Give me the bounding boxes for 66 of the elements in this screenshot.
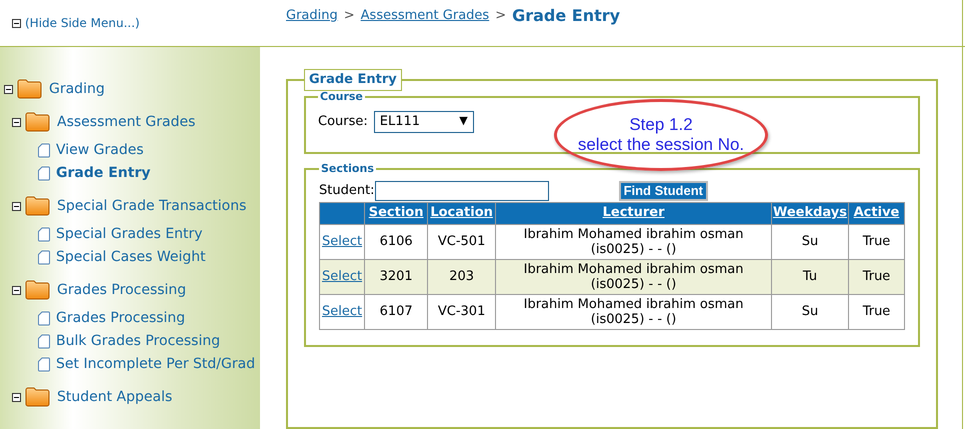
breadcrumb-link[interactable]: Grading <box>286 6 338 26</box>
breadcrumb-link[interactable]: Assessment Grades <box>360 6 490 26</box>
section-title: Course <box>319 90 364 102</box>
table-cell: True <box>848 294 904 329</box>
page-icon <box>38 311 50 326</box>
collapse-icon[interactable] <box>12 202 21 210</box>
page-icon <box>38 143 50 158</box>
page-icon <box>38 166 50 181</box>
table-cell: Ibrahim Mohamed ibrahim osman (is0025) - - () <box>496 294 772 329</box>
folder-icon <box>25 196 50 216</box>
column-header[interactable]: Active <box>848 202 904 224</box>
page-icon <box>38 334 50 349</box>
hide-menu-link[interactable]: (Hide Side Menu...) <box>25 14 140 32</box>
breadcrumb-separator: > <box>495 7 506 25</box>
column-header[interactable]: Location <box>428 202 496 224</box>
table-cell: Su <box>772 294 848 329</box>
field-label: Course: <box>318 112 368 131</box>
collapse-icon[interactable] <box>12 392 21 402</box>
page-icon <box>38 357 50 372</box>
annotation-callout: Step 1.2 select the session No. <box>554 98 768 170</box>
folder-item[interactable]: Grades Processing <box>57 280 186 300</box>
dropdown-arrow-icon: ▼ <box>459 113 468 130</box>
collapse-icon[interactable] <box>12 118 21 126</box>
menu-item[interactable]: Grades Processing <box>56 308 186 329</box>
breadcrumb-separator: > <box>344 7 355 25</box>
table-cell: 6107 <box>364 294 428 329</box>
folder-item[interactable]: Assessment Grades <box>57 112 196 132</box>
folder-icon <box>17 79 42 99</box>
table-cell: Ibrahim Mohamed ibrahim osman (is0025) - - () <box>496 224 772 259</box>
collapse-icon[interactable] <box>12 286 21 294</box>
table-cell: Tu <box>772 259 848 294</box>
section-title: Sections <box>320 162 375 174</box>
folder-item[interactable]: Grading <box>49 78 105 100</box>
table-cell: Ibrahim Mohamed ibrahim osman (is0025) - - () <box>496 259 772 294</box>
folder-icon <box>25 112 50 132</box>
page-icon <box>38 250 50 265</box>
menu-item[interactable]: Bulk Grades Processing <box>56 331 220 352</box>
table-cell: 203 <box>428 259 496 294</box>
field-label: Student: <box>319 182 375 200</box>
table-cell: True <box>848 259 904 294</box>
course-dropdown[interactable]: EL111 ▼ <box>374 110 474 132</box>
column-header[interactable]: Section <box>364 202 428 224</box>
table-cell: 6106 <box>364 224 428 259</box>
table-cell: VC-501 <box>428 224 496 259</box>
table-cell: Su <box>772 224 848 259</box>
collapse-icon[interactable] <box>4 84 13 94</box>
folder-icon <box>25 387 50 407</box>
column-header[interactable]: Weekdays <box>772 202 848 224</box>
menu-item[interactable]: Set Incomplete Per Std/Grad <box>56 354 256 375</box>
folder-item[interactable]: Student Appeals <box>57 386 172 408</box>
find-student-button[interactable]: Find Student <box>618 180 708 200</box>
menu-item[interactable]: Special Cases Weight <box>56 247 206 268</box>
menu-item[interactable]: Grade Entry <box>56 163 150 184</box>
table-cell: True <box>848 224 904 259</box>
student-input-field[interactable] <box>374 180 549 200</box>
menu-item[interactable]: View Grades <box>56 140 144 161</box>
page-title: Grade Entry <box>512 5 620 27</box>
panel-title: Grade Entry <box>304 69 402 90</box>
column-header[interactable]: Lecturer <box>496 202 772 224</box>
table-cell: 3201 <box>364 259 428 294</box>
menu-item[interactable]: Special Grades Entry <box>56 224 203 245</box>
table-cell: VC-301 <box>428 294 496 329</box>
page-icon <box>38 227 50 242</box>
folder-icon <box>25 280 50 300</box>
folder-item[interactable]: Special Grade Transactions <box>57 196 246 216</box>
collapse-icon[interactable] <box>12 18 21 28</box>
